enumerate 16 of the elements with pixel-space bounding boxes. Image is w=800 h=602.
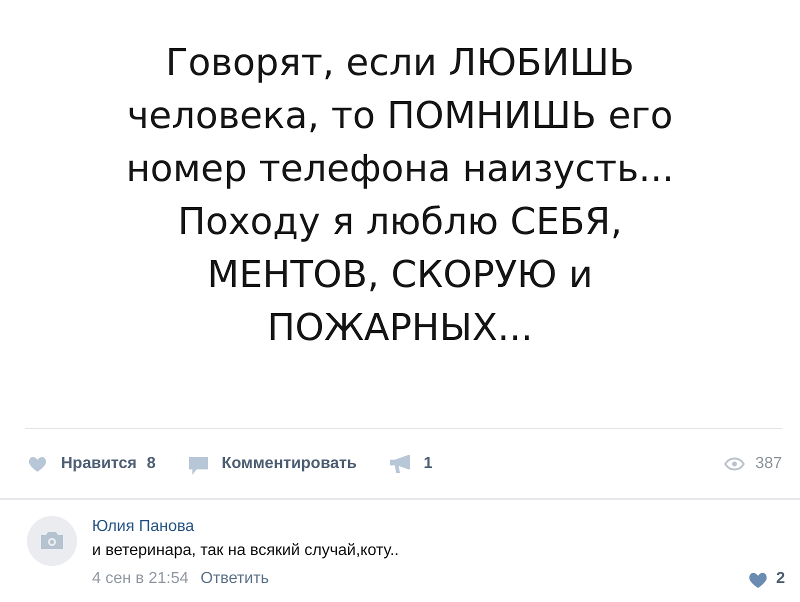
view-count: 387 xyxy=(724,454,782,472)
share-button[interactable]: 1 xyxy=(390,454,433,472)
comment-button[interactable]: Комментировать xyxy=(188,452,357,474)
heart-icon xyxy=(28,455,47,472)
camera-icon xyxy=(27,516,77,566)
comment-like-button[interactable]: 2 xyxy=(748,570,785,588)
reply-link[interactable]: Ответить xyxy=(200,570,269,588)
speech-bubble-icon xyxy=(188,456,208,474)
like-button[interactable]: Нравится 8 xyxy=(28,454,156,472)
megaphone-icon xyxy=(390,454,410,472)
author-name-link[interactable]: Юлия Панова xyxy=(92,516,194,538)
eye-icon xyxy=(724,456,746,470)
meme-text: Говорят, если ЛЮБИШЬ человека, то ПОМНИШЬ его номер телефона наизусть... Походу я люблю СЕБЯ, МЕНТОВ, СКОРУЮ и ПОЖАРНЫХ... xyxy=(125,40,675,351)
heart-icon xyxy=(748,570,768,588)
comment-text: и ветеринара, так на всякий случай,коту.. xyxy=(92,541,399,561)
comment-date: 4 сен в 21:54 xyxy=(92,570,189,588)
